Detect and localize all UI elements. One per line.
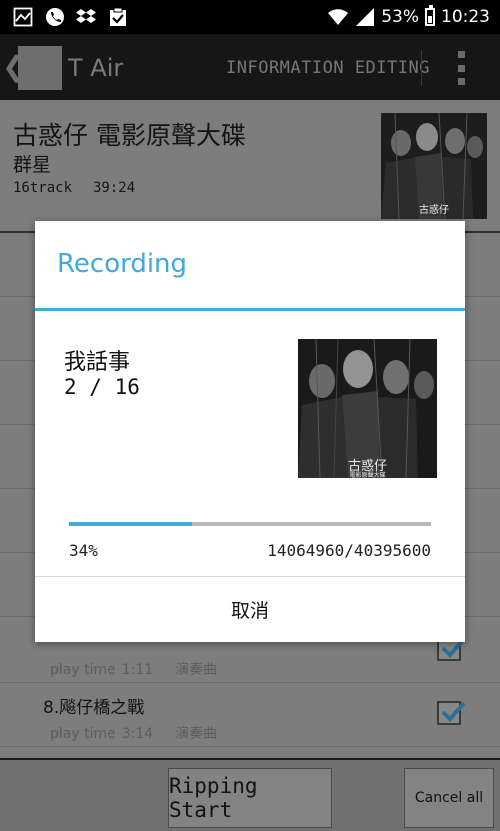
track-row[interactable]: 8.飚仔橋之戰 play time 3:14 演奏曲 (0, 683, 500, 747)
phone-icon (46, 8, 64, 26)
track-progress-count: 2 / 16 (64, 375, 140, 399)
album-artist: 群星 (13, 154, 52, 176)
battery-icon (425, 5, 435, 26)
progress-bytes: 14064960/40395600 (267, 541, 431, 560)
dropbox-icon (76, 9, 96, 23)
album-title: 古惑仔 電影原聲大碟 (13, 121, 246, 150)
dialog-cover-subtext: 電影原聲大碟 (349, 472, 386, 478)
action-bar: ❮ T Air INFORMATION EDITING (0, 34, 500, 100)
track-meta: play time 3:14 演奏曲 (50, 726, 218, 742)
status-right: 53% 10:23 (327, 0, 490, 34)
album-duration: 39:24 (93, 180, 136, 196)
album-header: 古惑仔 電影原聲大碟 群星 16track 39:24 古惑仔 (0, 100, 500, 232)
album-track-count: 16track (13, 180, 73, 196)
track-checkbox[interactable] (437, 701, 466, 725)
ripping-start-button[interactable]: Ripping Start (168, 768, 332, 828)
dialog-title-divider (35, 308, 465, 311)
app-title: T Air (68, 54, 124, 82)
action-divider (421, 50, 422, 86)
status-bar: 53% 10:23 (0, 0, 500, 34)
information-editing-button[interactable]: INFORMATION EDITING (226, 58, 430, 78)
bottom-bar: Ripping Start Cancel all (0, 758, 500, 831)
overflow-menu-icon[interactable] (456, 51, 466, 85)
wifi-icon (328, 9, 349, 25)
progress-percent: 34% (69, 541, 98, 560)
battery-percent: 53% (381, 7, 419, 27)
dialog-title: Recording (57, 249, 188, 279)
checkmark-icon (441, 701, 466, 722)
track-name: 8.飚仔橋之戰 (43, 698, 145, 718)
cancel-button[interactable]: 取消 (35, 577, 465, 642)
signal-icon (356, 8, 375, 26)
cancel-all-button[interactable]: Cancel all (404, 768, 494, 828)
app-thumbnail (18, 46, 62, 90)
album-cover-text: 古惑仔 (419, 205, 449, 216)
clock: 10:23 (441, 7, 490, 27)
track-meta: play time 1:11 演奏曲 (50, 662, 218, 678)
recording-progress-bar (69, 522, 431, 526)
dialog-album-cover: 古惑仔 電影原聲大碟 (298, 339, 437, 478)
album-cover: 古惑仔 (381, 113, 487, 219)
clipboard-check-icon (110, 7, 126, 26)
current-song-title: 我話事 (64, 350, 131, 375)
recording-dialog: Recording 我話事 2 / 16 古惑仔 電影原聲大碟 34% 1406… (35, 221, 465, 642)
gallery-icon (13, 7, 33, 27)
